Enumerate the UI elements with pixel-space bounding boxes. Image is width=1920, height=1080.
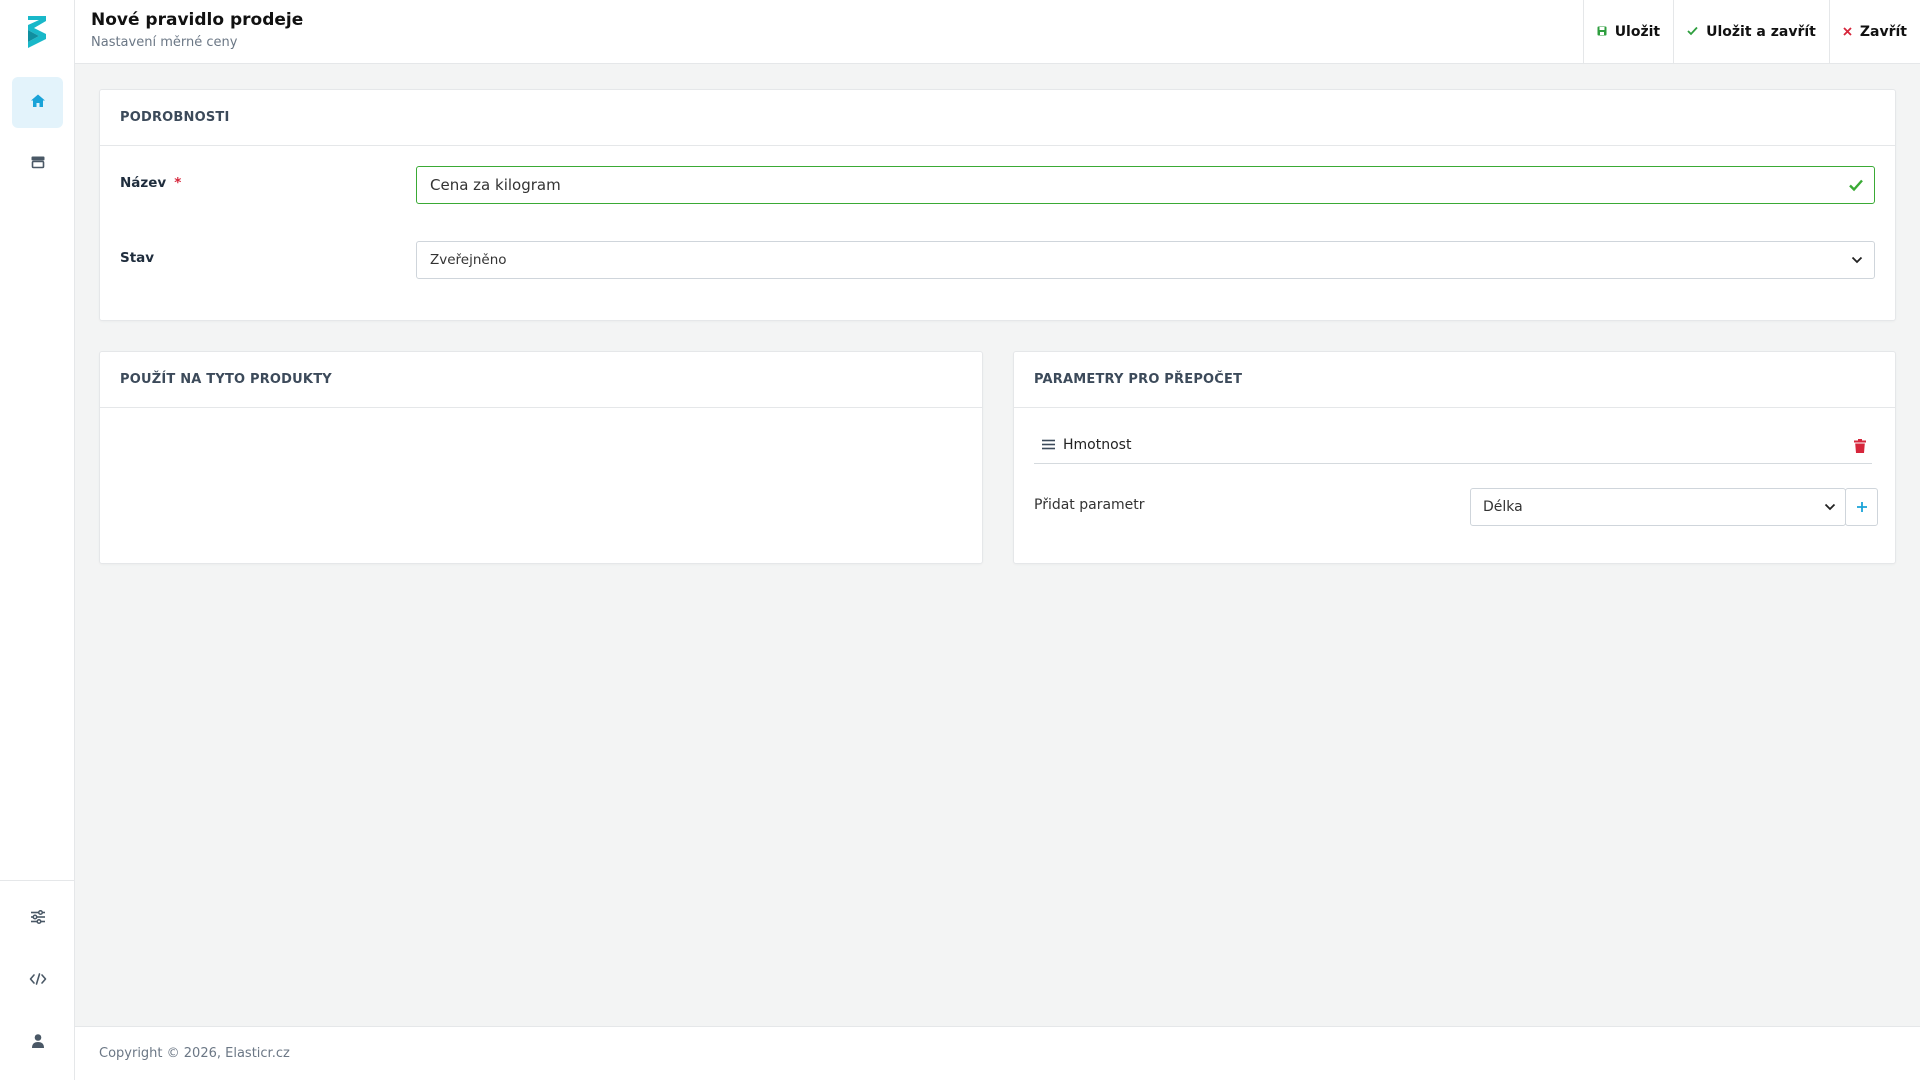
parameters-card-heading: PARAMETRY PRO PŘEPOČET [1014,352,1895,408]
user-icon [30,1033,46,1053]
name-label-text: Název [120,175,167,191]
page-header: Nové pravidlo prodeje Nastavení měrné ce… [75,0,1920,64]
sidebar [0,0,75,1080]
trash-icon[interactable] [1854,438,1866,457]
chevron-down-icon [1850,252,1864,272]
add-parameter-button[interactable] [1845,488,1878,526]
code-icon [29,971,47,990]
save-button-label: Uložit [1614,23,1661,40]
details-card: PODROBNOSTI Název * Cena za kilogram Stav… [99,89,1896,321]
sidebar-item-home[interactable] [12,77,63,128]
parameter-item: Hmotnost [1034,426,1872,464]
sidebar-item-profile[interactable] [12,1017,63,1068]
parameter-name: Hmotnost [1063,436,1132,453]
status-label: Stav [120,250,155,266]
products-card-heading: POUŽÍT NA TYTO PRODUKTY [100,352,982,408]
page-title: Nové pravidlo prodeje [91,10,304,30]
floppy-disk-icon [1597,24,1607,40]
sliders-icon [30,909,46,929]
add-parameter-label: Přidat parametr [1034,497,1145,513]
close-button-label: Zavřít [1859,23,1907,40]
chevron-down-icon [1823,499,1837,519]
header-actions: Uložit Uložit a zavřít Zavřít [1582,0,1920,64]
name-label: Název * [120,175,181,191]
add-parameter-select-value: Délka [1483,499,1523,515]
details-card-heading: PODROBNOSTI [100,90,1895,146]
sidebar-item-developer[interactable] [12,955,63,1006]
close-icon [1843,24,1852,40]
check-icon [1687,24,1698,40]
home-icon [30,93,46,113]
footer: Copyright © 2026, Elasticr.cz [75,1026,1920,1080]
store-icon [30,154,46,174]
valid-check-icon [1848,177,1864,197]
plus-icon [1856,498,1868,517]
name-input-value: Cena za kilogram [430,176,561,194]
status-select-value: Zveřejněno [430,252,507,268]
drag-handle-icon[interactable] [1042,435,1055,454]
status-select[interactable]: Zveřejněno [416,241,1875,279]
close-button[interactable]: Zavřít [1828,0,1920,63]
sidebar-item-settings[interactable] [12,893,63,944]
save-and-close-label: Uložit a zavřít [1706,23,1816,40]
logo-icon[interactable] [22,12,52,52]
add-parameter-select[interactable]: Délka [1470,488,1846,526]
page-subtitle: Nastavení měrné ceny [91,35,238,50]
parameters-card: PARAMETRY PRO PŘEPOČET Hmotnost Přidat p… [1013,351,1896,564]
sidebar-item-store[interactable] [12,138,63,189]
name-input[interactable]: Cena za kilogram [416,166,1875,204]
products-card: POUŽÍT NA TYTO PRODUKTY [99,351,983,564]
sidebar-divider [0,880,75,881]
required-marker: * [174,175,182,191]
save-and-close-button[interactable]: Uložit a zavřít [1673,0,1829,63]
copyright-text: Copyright © 2026, Elasticr.cz [99,1046,290,1061]
save-button[interactable]: Uložit [1582,0,1673,63]
